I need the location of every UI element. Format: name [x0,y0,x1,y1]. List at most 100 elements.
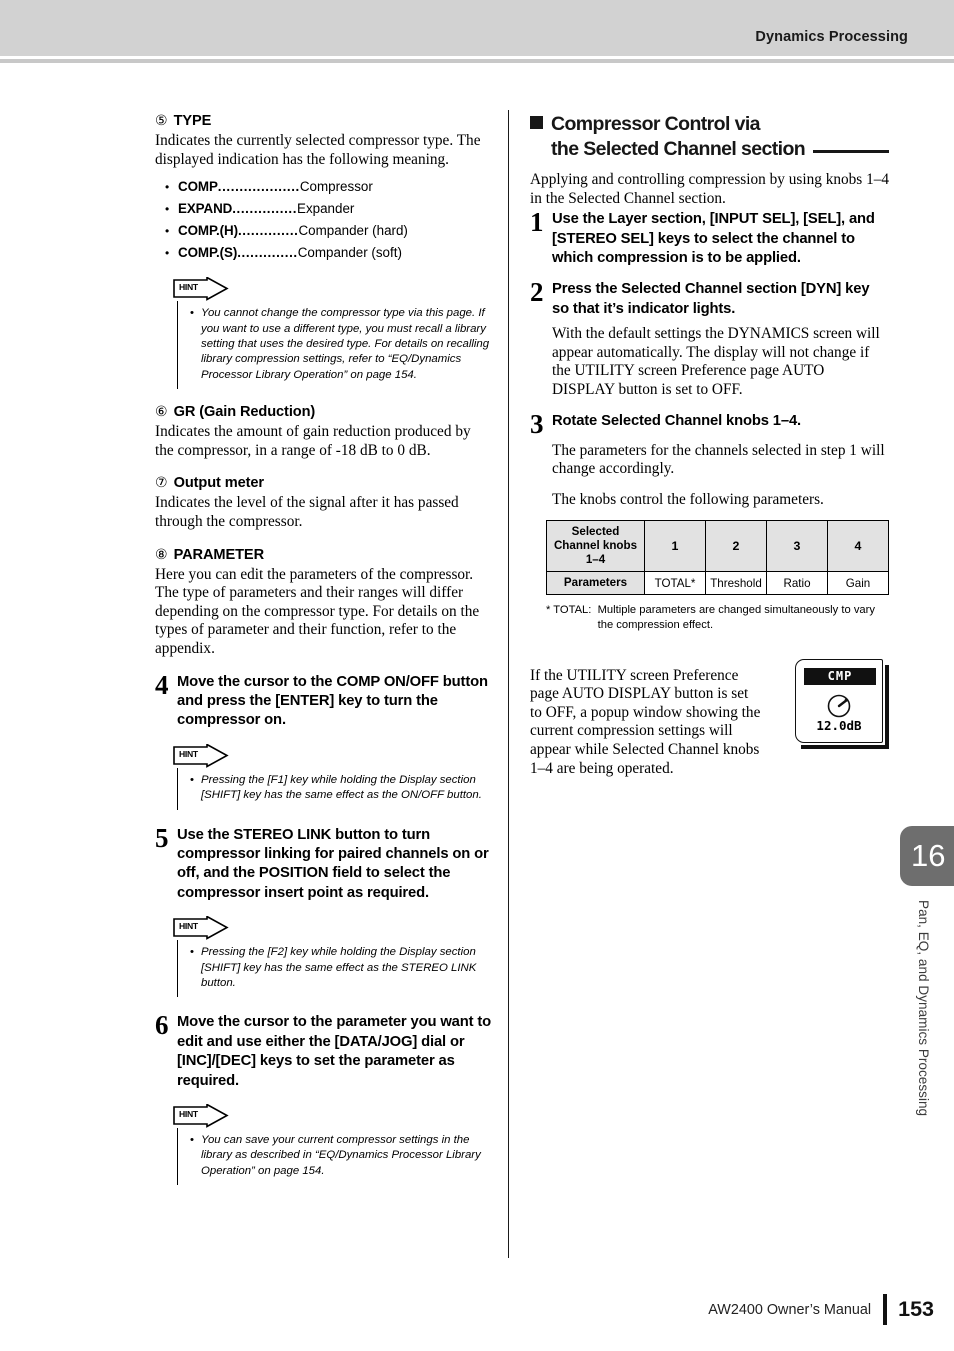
bullet-icon: • [190,946,194,959]
step-body: Use the STEREO LINK button to turn compr… [177,826,493,904]
bullet-icon: • [190,773,194,786]
def-dots: .............. [237,245,298,261]
hint-body: • You cannot change the compressor type … [177,301,493,390]
table-cell-param-4: Gain [827,571,889,596]
step-2: 2 Press the Selected Channel section [DY… [530,277,890,399]
table-footnote: * TOTAL: Multiple parameters are changed… [546,603,890,632]
step-5: 5 Use the STEREO LINK button to turn com… [155,822,493,998]
step-6: 6 Move the cursor to the parameter you w… [155,1010,493,1186]
def-desc: Compressor [299,179,373,195]
section-heading-line2-wrap: the Selected Channel section [530,137,890,162]
step-1-row: 1 Use the Layer section, [INPUT SEL], [S… [530,207,890,268]
lcd-screen: CMP TOTAL 12.0dB [795,659,883,743]
step-number: 3 [530,408,544,439]
step-3-detail: The parameters for the channels selected… [552,442,890,510]
section-heading-line1: Compressor Control via [551,113,761,135]
left-column: ⑤ TYPE Indicates the currently selected … [155,112,493,1201]
square-bullet-icon [530,116,543,129]
item-output-meter: ⑦ Output meter Indicates the level of th… [155,474,493,531]
step-3-paragraph-1: The parameters for the channels selected… [552,441,885,478]
page-header: Dynamics Processing [0,0,954,56]
hint-badge-label: HINT [179,748,198,759]
item-output-meter-paragraph: Indicates the level of the signal after … [155,494,459,530]
def-desc: Compander (hard) [298,223,408,239]
hint-badge-label: HINT [179,282,198,293]
hint-badge-label: HINT [179,1109,198,1120]
step-number: 4 [155,669,169,700]
step-number: 5 [155,822,169,853]
item-type-label: TYPE [173,113,212,129]
hint-item: • You cannot change the compressor type … [190,306,493,383]
hint-text: Pressing the [F1] key while holding the … [201,773,482,802]
step-1: 1 Use the Layer section, [INPUT SEL], [S… [530,207,890,268]
item-output-meter-label: Output meter [173,475,265,492]
bullet-icon: • [165,180,170,195]
table-header-knob-4: 4 [827,520,889,573]
table-cell-param-3: Ratio [766,571,828,596]
type-definition-list: • COMP ................... Compressor • … [165,176,493,264]
def-term: COMP.(S) [178,245,238,261]
table-footnote-text: Multiple parameters are changed simultan… [597,604,875,631]
lcd-value: 12.0dB [816,718,862,733]
table-header-knobs: Selected Channel knobs 1–4 [546,520,645,573]
hint-badge: HINT [173,1104,229,1128]
hint-text: Pressing the [F2] key while holding the … [201,946,477,990]
step-number: 1 [530,207,544,238]
hint-body: • Pressing the [F2] key while holding th… [177,940,493,998]
section-heading: Compressor Control via the Selected Chan… [530,112,890,161]
item-type-paragraph: Indicates the currently selected compres… [155,132,481,168]
hint-badge-label: HINT [179,921,198,932]
def-dots: .............. [237,223,299,239]
hint-item: • Pressing the [F2] key while holding th… [190,945,493,991]
column-divider [508,110,510,1258]
step-title: Use the STEREO LINK button to turn compr… [177,826,489,901]
item-parameter-paragraph: Here you can edit the parameters of the … [155,565,480,657]
lcd-popup-figure: CMP TOTAL 12.0dB [793,657,889,749]
step-2-detail: With the default settings the DYNAMICS s… [552,325,890,399]
circled-number-icon: ⑧ [155,546,168,563]
manual-name: AW2400 Owner’s Manual [708,1301,872,1318]
hint-badge: HINT [173,916,229,941]
page-number: 153 [898,1297,934,1321]
circled-number-icon: ⑦ [155,475,168,492]
page-footer: AW2400 Owner’s Manual 153 [708,1294,934,1325]
step-body: Move the cursor to the COMP ON/OFF butto… [177,673,493,731]
step-body: Move the cursor to the parameter you wan… [177,1013,493,1091]
bullet-icon: • [190,307,194,320]
step-3-row: 3 Rotate Selected Channel knobs 1–4. [530,408,890,439]
item-gain-reduction: ⑥ GR (Gain Reduction) Indicates the amou… [155,403,493,460]
step-2-paragraph: With the default settings the DYNAMICS s… [552,325,880,398]
footer-divider [883,1294,888,1325]
list-item: • COMP.(H) .............. Compander (har… [165,220,493,242]
step-title: Move the cursor to the COMP ON/OFF butto… [177,673,488,729]
header-rule [0,59,954,63]
lcd-title: CMP TOTAL [804,668,876,700]
def-term: COMP [178,179,218,195]
def-term: EXPAND [178,201,233,217]
step-4-row: 4 Move the cursor to the COMP ON/OFF but… [155,669,493,731]
lcd-shadow-bottom [801,745,885,749]
list-item: • COMP.(S) .............. Compander (sof… [165,242,493,264]
step-title: Move the cursor to the parameter you wan… [177,1014,492,1089]
def-term: COMP.(H) [178,223,238,239]
item-gain-reduction-label: GR (Gain Reduction) [173,404,316,421]
popup-note-paragraph: If the UTILITY screen Preference page AU… [530,666,761,777]
table-cell-param-1: TOTAL* [644,571,706,596]
step-title: Press the Selected Channel section [DYN]… [552,281,870,317]
step-2-row: 2 Press the Selected Channel section [DY… [530,277,890,319]
section-heading-line2: the Selected Channel section [551,137,806,160]
step-3: 3 Rotate Selected Channel knobs 1–4. The… [530,408,890,510]
list-item: • EXPAND ............... Expander [165,198,493,220]
circled-number-icon: ⑤ [155,113,168,129]
table-header-knob-3: 3 [766,520,828,573]
hint-badge: HINT [173,277,229,302]
step-number: 6 [155,1010,169,1041]
def-desc: Expander [297,201,355,217]
section-intro: Applying and controlling compression by … [530,171,890,207]
item-parameter: ⑧ PARAMETER Here you can edit the parame… [155,546,493,659]
step-body: Press the Selected Channel section [DYN]… [552,280,890,319]
lcd-shadow-right [885,665,889,749]
def-desc: Compander (soft) [297,245,402,261]
step-number: 2 [530,277,544,308]
bullet-icon: • [190,1134,194,1147]
